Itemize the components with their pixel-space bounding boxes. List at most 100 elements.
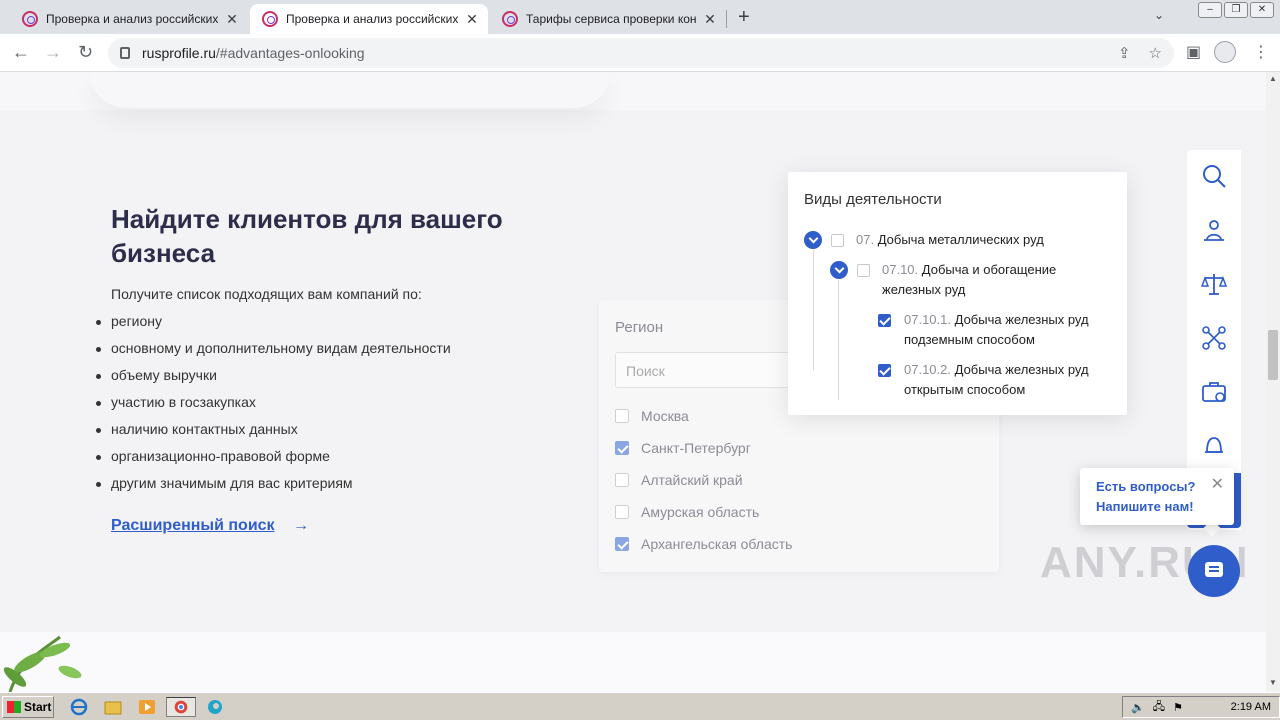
browser-tab-bar: Проверка и анализ российских юр ✕ Провер… — [0, 0, 1280, 34]
region-item-altai[interactable]: Алтайский край — [615, 472, 743, 488]
menu-dots-icon[interactable]: ⋮ — [1253, 42, 1269, 62]
list-item: основному и дополнительному видам деятел… — [96, 340, 451, 367]
rusprofile-favicon-icon — [22, 11, 38, 27]
chrome-icon[interactable] — [166, 697, 196, 717]
expand-chevron-icon[interactable] — [804, 231, 822, 249]
flag-tray-icon[interactable]: ⚑ — [1173, 701, 1183, 714]
chat-prompt-line2: Напишите нам! — [1096, 499, 1194, 514]
minimize-icon[interactable]: – — [1198, 2, 1222, 18]
restore-icon[interactable]: ❐ — [1224, 2, 1248, 18]
reload-icon[interactable]: ↻ — [78, 42, 93, 63]
bookmark-star-icon[interactable]: ☆ — [1149, 44, 1162, 62]
edge-icon[interactable] — [204, 697, 226, 717]
close-window-icon[interactable]: ✕ — [1250, 2, 1274, 18]
window-controls: – ❐ ✕ — [1198, 2, 1274, 18]
scales-icon[interactable] — [1200, 270, 1228, 298]
list-item: региону — [96, 313, 451, 340]
chat-prompt-popup[interactable]: Есть вопросы? Напишите нам! ✕ — [1080, 468, 1234, 525]
list-item: наличию контактных данных — [96, 421, 451, 448]
network-icon[interactable] — [1200, 324, 1228, 352]
browser-tab-1[interactable]: Проверка и анализ российских юр ✕ — [10, 4, 248, 34]
activity-code: 07. — [856, 232, 875, 247]
activity-item-07-10-2[interactable]: 07.10.2. Добыча железных руд открытым сп… — [904, 360, 1124, 400]
browser-toolbar: ← → ↻ rusprofile.ru/#advantages-onlookin… — [0, 34, 1280, 72]
activity-label: Добыча и обогащение — [921, 262, 1057, 277]
url-path: /#advantages-onlooking — [215, 45, 365, 61]
tab-title: Тарифы сервиса проверки контра — [526, 12, 696, 26]
tree-line — [838, 280, 839, 400]
activity-label-line2: железных руд — [882, 282, 966, 297]
browser-tab-3[interactable]: Тарифы сервиса проверки контра ✕ — [490, 4, 726, 34]
checkbox-checked[interactable] — [615, 537, 629, 551]
side-panel-icon[interactable]: ▣ — [1186, 42, 1201, 62]
address-bar[interactable]: rusprofile.ru/#advantages-onlooking ⇪ ☆ — [108, 38, 1174, 68]
activity-filter-card: Виды деятельности 07. Добыча металлическ… — [788, 172, 1127, 415]
businessman-icon[interactable] — [1200, 216, 1228, 244]
tab-separator — [726, 10, 727, 28]
checkbox[interactable] — [615, 409, 629, 423]
clock: 2:19 AM — [1230, 701, 1271, 713]
search-icon[interactable] — [1200, 162, 1228, 190]
forward-icon[interactable]: → — [44, 42, 62, 63]
section-lead: Получите список подходящих вам компаний … — [111, 286, 422, 302]
checkbox[interactable] — [831, 234, 844, 247]
start-button[interactable]: Start — [2, 696, 54, 718]
scroll-thumb[interactable] — [1268, 330, 1278, 380]
activity-label-line2: открытым способом — [904, 382, 1026, 397]
share-icon[interactable]: ⇪ — [1118, 44, 1131, 62]
browser-tab-2[interactable]: Проверка и анализ российских юр ✕ — [250, 4, 488, 34]
system-tray: 🔈 🖧 ⚑ 2:19 AM — [1122, 696, 1280, 718]
checkbox-checked[interactable] — [615, 441, 629, 455]
back-icon[interactable]: ← — [12, 42, 30, 63]
page-scrollbar[interactable]: ▲ ▼ — [1266, 72, 1280, 692]
region-title: Регион — [615, 319, 664, 336]
checkbox-checked[interactable] — [878, 364, 891, 377]
scroll-up-icon[interactable]: ▲ — [1269, 74, 1277, 83]
activity-label: Добыча железных руд — [954, 362, 1089, 377]
advanced-search-link[interactable]: Расширенный поиск — [111, 517, 275, 535]
lock-icon — [120, 47, 130, 59]
media-player-icon[interactable] — [136, 697, 158, 717]
region-item-arkhangelsk[interactable]: Архангельская область — [615, 536, 792, 552]
activity-label-line2: подземным способом — [904, 332, 1035, 347]
bell-icon[interactable] — [1200, 432, 1228, 460]
new-tab-icon[interactable]: + — [738, 6, 750, 29]
checkbox[interactable] — [615, 505, 629, 519]
internet-explorer-icon[interactable] — [68, 697, 90, 717]
start-label: Start — [24, 700, 52, 714]
region-item-moscow[interactable]: Москва — [615, 408, 689, 424]
activity-item-07-10[interactable]: 07.10. Добыча и обогащение железных руд — [882, 260, 1112, 300]
tab-search-chevron-icon[interactable]: ⌄ — [1154, 8, 1164, 22]
expand-chevron-icon[interactable] — [830, 261, 848, 279]
close-icon[interactable]: ✕ — [1211, 474, 1224, 494]
region-label: Москва — [641, 408, 689, 424]
volume-icon[interactable]: 🔈 — [1131, 701, 1145, 714]
profile-avatar-icon[interactable] — [1214, 41, 1236, 63]
network-tray-icon[interactable]: 🖧 — [1153, 698, 1165, 717]
tree-line — [813, 250, 814, 370]
tab-title: Проверка и анализ российских юр — [286, 12, 458, 26]
chat-open-button[interactable] — [1188, 545, 1240, 597]
briefcase-icon[interactable] — [1200, 378, 1228, 406]
region-item-spb[interactable]: Санкт-Петербург — [615, 440, 751, 456]
checkbox-checked[interactable] — [878, 314, 891, 327]
close-tab-icon[interactable]: ✕ — [464, 11, 480, 28]
region-item-amur[interactable]: Амурская область — [615, 504, 759, 520]
activity-item-07[interactable]: 07. Добыча металлических руд — [856, 230, 1044, 250]
close-tab-icon[interactable]: ✕ — [702, 11, 718, 28]
region-label: Архангельская область — [641, 536, 793, 552]
rusprofile-favicon-icon — [502, 11, 518, 27]
activity-title: Виды деятельности — [804, 191, 942, 208]
activity-item-07-10-1[interactable]: 07.10.1. Добыча железных руд подземным с… — [904, 310, 1124, 350]
close-tab-icon[interactable]: ✕ — [224, 11, 240, 28]
activity-code: 07.10.1. — [904, 312, 951, 327]
scroll-down-icon[interactable]: ▼ — [1269, 678, 1277, 687]
file-explorer-icon[interactable] — [102, 697, 124, 717]
region-label: Амурская область — [641, 504, 760, 520]
checkbox[interactable] — [615, 473, 629, 487]
section-heading: Найдите клиентов для вашего бизнеса — [111, 204, 503, 268]
previous-card-edge — [90, 72, 610, 108]
page-content: Найдите клиентов для вашего бизнеса Полу… — [0, 72, 1266, 692]
tab-title: Проверка и анализ российских юр — [46, 12, 218, 26]
checkbox[interactable] — [857, 264, 870, 277]
